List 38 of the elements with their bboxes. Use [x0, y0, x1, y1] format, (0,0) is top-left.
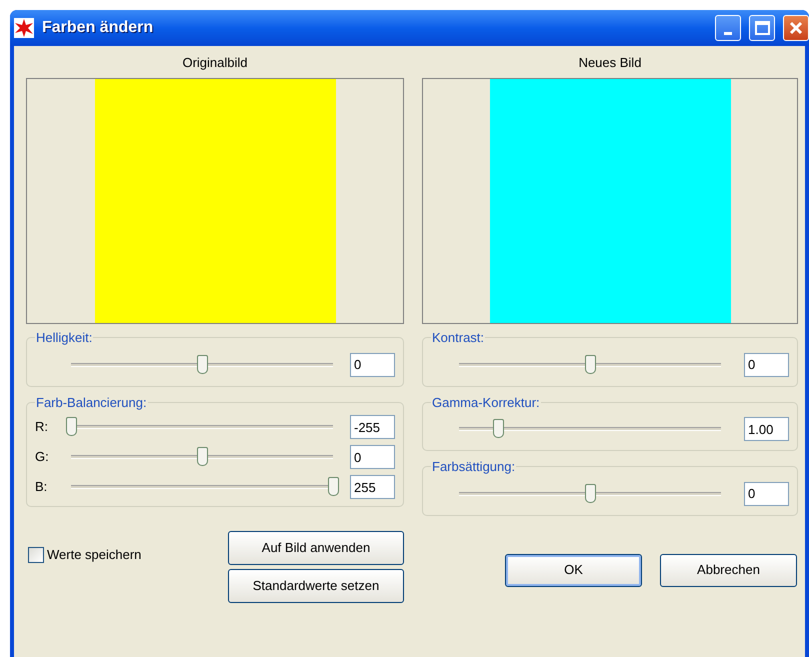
value-field[interactable]: 0: [744, 482, 789, 506]
minimize-button[interactable]: [715, 15, 741, 41]
value-field[interactable]: 255: [350, 475, 395, 499]
group-title: Kontrast:: [431, 329, 486, 347]
maximize-icon: [754, 21, 770, 35]
app-icon: [14, 18, 34, 38]
slider-thumb[interactable]: [197, 354, 208, 374]
close-icon: [789, 21, 803, 35]
channel-label: G:: [35, 448, 50, 466]
group-title: Farb-Balancierung:: [35, 394, 148, 412]
action-button[interactable]: Standardwerte setzen: [228, 569, 404, 603]
value-field[interactable]: 1.00: [744, 417, 789, 441]
close-button[interactable]: [783, 15, 809, 41]
minimize-icon: [724, 32, 732, 35]
group-title: Helligkeit:: [35, 329, 94, 347]
dialog-button[interactable]: OK: [505, 554, 642, 586]
value-field[interactable]: -255: [350, 415, 395, 439]
dialog-button[interactable]: Abbrechen: [660, 554, 797, 586]
checkbox-label[interactable]: Werte speichern: [47, 545, 142, 564]
action-button[interactable]: Auf Bild anwenden: [228, 531, 404, 565]
channel-label: R:: [35, 418, 49, 436]
checkbox[interactable]: [28, 546, 44, 563]
slider-thumb[interactable]: [585, 354, 596, 374]
slider-thumb[interactable]: [66, 417, 77, 436]
slider-thumb[interactable]: [328, 477, 339, 496]
group-title: Gamma-Korrektur:: [431, 394, 541, 412]
slider-thumb[interactable]: [585, 484, 596, 502]
value-field[interactable]: 0: [744, 352, 789, 376]
channel-label: B:: [35, 478, 48, 496]
value-field[interactable]: 0: [350, 352, 395, 376]
window-title: Farben ändern: [42, 18, 154, 38]
preview-label: Neues Bild: [578, 55, 642, 70]
value-field[interactable]: 0: [350, 445, 395, 469]
slider-thumb[interactable]: [197, 447, 208, 466]
group-title: Farbsättigung:: [431, 458, 516, 476]
maximize-button[interactable]: [749, 15, 775, 41]
preview-label: Originalbild: [182, 55, 248, 70]
slider-thumb[interactable]: [493, 419, 504, 438]
